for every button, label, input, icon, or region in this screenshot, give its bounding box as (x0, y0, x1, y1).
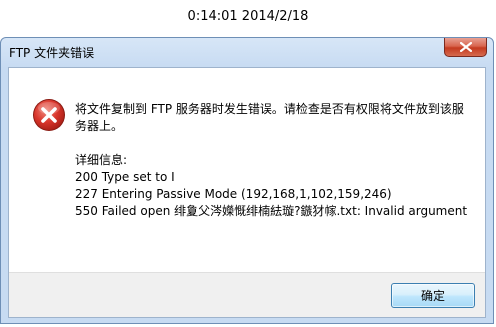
timestamp: 0:14:01 2014/2/18 (187, 9, 309, 24)
close-icon (460, 42, 472, 52)
dialog-content: 将文件复制到 FTP 服务器时发生错误。请检查是否有权限将文件放到该服务器上。 … (8, 67, 486, 318)
dialog-titlebar[interactable]: FTP 文件夹错误 (1, 38, 493, 66)
close-button[interactable] (444, 38, 487, 57)
details-label: 详细信息: (75, 153, 128, 167)
details-line: 550 Failed open 绯夐父涔嬫慨绯楠紶璇?鏃犲幏.txt: Inva… (75, 204, 468, 218)
dialog-footer: 确定 (9, 272, 485, 317)
dialog-title: FTP 文件夹错误 (9, 46, 95, 60)
ftp-error-dialog: FTP 文件夹错误 将文件复制到 FTP 服务器时发生错误。请检查是否有权限将文… (0, 37, 494, 324)
ok-button[interactable]: 确定 (391, 283, 475, 308)
error-details: 详细信息: 200 Type set to I 227 Entering Pas… (75, 152, 475, 220)
error-message: 将文件复制到 FTP 服务器时发生错误。请检查是否有权限将文件放到该服务器上。 (75, 102, 464, 133)
details-line: 227 Entering Passive Mode (192,168,1,102… (75, 187, 392, 201)
screen: 0:14:01 2014/2/18 FTP 文件夹错误 将文件复制到 FTP 服… (0, 0, 496, 327)
details-line: 200 Type set to I (75, 170, 175, 184)
error-icon (33, 99, 65, 131)
